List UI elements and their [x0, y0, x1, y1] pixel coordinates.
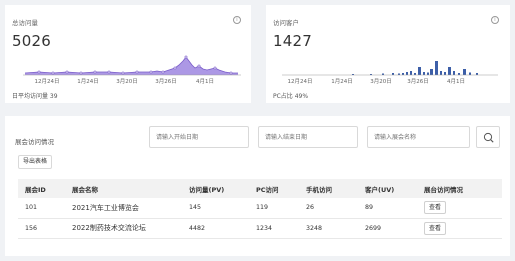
- table-row: 101 2021汽车工业博览会 145 119 26 89 查看: [18, 198, 502, 218]
- exhibition-name-input[interactable]: [367, 126, 470, 148]
- pc-share: PC占比 49%: [273, 93, 309, 100]
- view-button[interactable]: 查看: [424, 201, 447, 215]
- customers-x-tick: 12月24日: [288, 78, 313, 85]
- visits-area-chart: 12月24日 1月24日 3月20日 3月26日 4月1日: [23, 55, 241, 85]
- total-visits-card: 总访问量 5026 i 12月24日 1月24日 3月20日 3月26日 4月1…: [5, 5, 251, 103]
- daily-average-visits: 日平均访问量 39: [12, 93, 58, 100]
- visits-x-tick: 12月24日: [35, 78, 60, 85]
- customers-x-tick: 1月24日: [331, 78, 353, 85]
- visits-x-tick: 3月20日: [116, 78, 138, 85]
- column-header: 客户(UV): [365, 185, 395, 194]
- customers-card: 访问客户 1427 i 12月24日 1月24日 3月20日 3月26日 4月1…: [266, 5, 510, 103]
- table-row: 156 2022制药技术交流论坛 4482 1234 3248 2699 查看: [18, 218, 502, 238]
- exhibition-name: 2021汽车工业博览会: [72, 203, 139, 212]
- customers-x-tick: 3月26日: [407, 78, 429, 85]
- column-header: 展台访问情况: [424, 185, 463, 194]
- exhibition-id: 156: [25, 224, 38, 232]
- unique-visitors: 89: [365, 204, 374, 212]
- table-header-row: 展会ID 展会名称 访问量(PV) PC访问 手机访问 客户(UV) 展台访问情…: [18, 179, 502, 198]
- column-header: 手机访问: [306, 185, 332, 194]
- column-header: 访问量(PV): [189, 185, 225, 194]
- export-table-button[interactable]: 导出表格: [18, 155, 53, 169]
- search-button[interactable]: [476, 126, 500, 148]
- pc-visits: 1234: [256, 224, 273, 232]
- column-header: 展会ID: [25, 185, 46, 194]
- customers-bar-chart: 12月24日 1月24日 3月20日 3月26日 4月1日: [282, 61, 498, 85]
- view-button[interactable]: 查看: [424, 221, 447, 235]
- start-date-input[interactable]: [149, 126, 249, 148]
- mobile-visits: 26: [306, 204, 315, 212]
- exhibition-id: 101: [25, 204, 38, 212]
- unique-visitors: 2699: [365, 224, 382, 232]
- visits-x-tick: 4月1日: [196, 78, 214, 85]
- pc-visits: 119: [256, 204, 269, 212]
- column-header: 展会名称: [72, 185, 98, 194]
- exhibition-table: 展会ID 展会名称 访问量(PV) PC访问 手机访问 客户(UV) 展台访问情…: [18, 179, 502, 239]
- search-icon: [483, 132, 494, 143]
- page-views: 4482: [189, 224, 206, 232]
- visits-x-tick: 1月24日: [77, 78, 99, 85]
- mobile-visits: 3248: [306, 224, 323, 232]
- column-header: PC访问: [256, 185, 279, 194]
- exhibition-name: 2022制药技术交流论坛: [72, 224, 146, 232]
- visits-x-tick: 3月26日: [155, 78, 177, 85]
- end-date-input[interactable]: [258, 126, 358, 148]
- customers-x-tick: 4月1日: [447, 78, 465, 85]
- customers-x-tick: 3月20日: [370, 78, 392, 85]
- panel-title: 展会访问情况: [15, 138, 54, 146]
- exhibition-visits-panel: 展会访问情况 导出表格 展会ID 展会名称 访问量(PV) PC访问 手机访问 …: [5, 116, 510, 256]
- page-views: 145: [189, 204, 202, 212]
